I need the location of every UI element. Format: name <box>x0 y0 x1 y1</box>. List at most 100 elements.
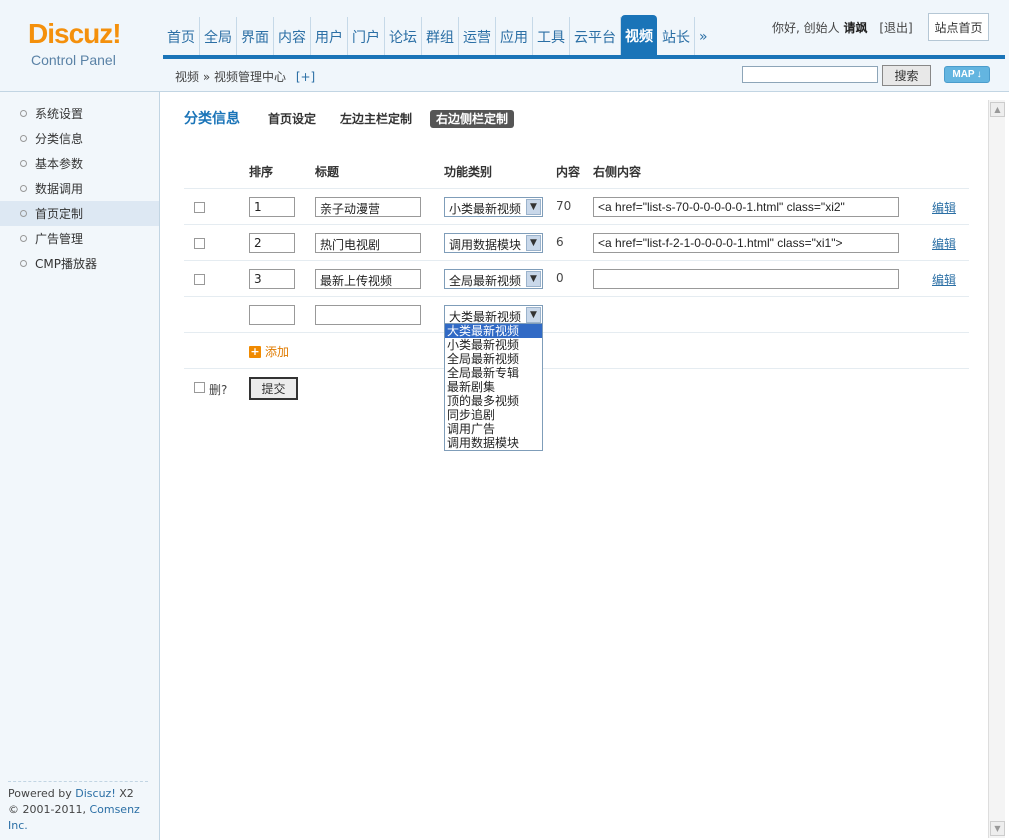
tab[interactable]: 首页设定 <box>262 110 322 128</box>
header-content: 内容 <box>556 165 581 179</box>
tab[interactable]: 左边主栏定制 <box>334 110 418 128</box>
title-input[interactable]: 最新上传视频 <box>315 269 421 289</box>
nav-item[interactable]: 站长 <box>658 17 695 57</box>
nav-item[interactable]: 工具 <box>533 17 570 57</box>
sidebar-item[interactable]: 分类信息 <box>0 126 159 151</box>
nav-strip <box>163 55 1005 59</box>
sidebar-item[interactable]: 基本参数 <box>0 151 159 176</box>
dropdown-option[interactable]: 大类最新视频 <box>445 324 542 338</box>
type-select[interactable]: 调用数据模块 ▼ <box>444 233 543 253</box>
logo-brand: Discuz! <box>28 18 122 49</box>
chevron-down-icon[interactable]: ▼ <box>526 199 541 215</box>
scroll-down-icon[interactable]: ▼ <box>990 821 1005 836</box>
circle-icon <box>20 135 27 142</box>
sidebar-item[interactable]: 首页定制 <box>0 201 159 226</box>
edit-link[interactable]: 编辑 <box>932 199 956 216</box>
submit-row: 删? 提交 <box>184 369 969 409</box>
footer-brand-link[interactable]: Discuz! <box>75 787 115 800</box>
username[interactable]: 请飒 <box>843 21 867 35</box>
dropdown-option[interactable]: 最新剧集 <box>445 380 542 394</box>
content-count: 6 <box>556 235 564 249</box>
nav-item[interactable]: 首页 <box>163 17 200 57</box>
logo[interactable]: Discuz! Control Panel <box>0 0 163 92</box>
arrow-down-icon: ↓ <box>976 69 982 80</box>
new-type-select[interactable]: 大类最新视频 ▼ <box>444 305 543 325</box>
nav-item[interactable]: 视频 <box>621 15 657 57</box>
search-input[interactable] <box>742 66 878 83</box>
chevron-down-icon[interactable]: ▼ <box>526 235 541 251</box>
circle-icon <box>20 260 27 267</box>
nav-item[interactable]: 全局 <box>200 17 237 57</box>
edit-link[interactable]: 编辑 <box>932 271 956 288</box>
nav-item[interactable]: 应用 <box>496 17 533 57</box>
sidebar-item[interactable]: 系统设置 <box>0 101 159 126</box>
circle-icon <box>20 235 27 242</box>
dropdown-option[interactable]: 调用广告 <box>445 422 542 436</box>
circle-icon <box>20 210 27 217</box>
config-table: 排序 标题 功能类别 内容 右侧内容 1 亲子动漫营 小类最新视频 ▼ 70 <a hre… <box>184 153 969 409</box>
breadcrumb: 视频 » 视频管理中心 [+] <box>175 68 315 85</box>
row-checkbox[interactable] <box>194 202 205 213</box>
order-input[interactable]: 3 <box>249 269 295 289</box>
sidebar-item[interactable]: 广告管理 <box>0 226 159 251</box>
dropdown-option[interactable]: 小类最新视频 <box>445 338 542 352</box>
type-select[interactable]: 全局最新视频 ▼ <box>444 269 543 289</box>
nav-item[interactable]: » <box>695 17 712 57</box>
nav-item[interactable]: 运营 <box>459 17 496 57</box>
nav-item[interactable]: 界面 <box>237 17 274 57</box>
dropdown-option[interactable]: 全局最新视频 <box>445 352 542 366</box>
dropdown-option[interactable]: 同步追剧 <box>445 408 542 422</box>
order-input[interactable]: 2 <box>249 233 295 253</box>
site-home-button[interactable]: 站点首页 <box>928 13 989 41</box>
map-button[interactable]: MAP ↓ <box>944 66 990 83</box>
dropdown-option[interactable]: 调用数据模块 <box>445 436 542 450</box>
type-select[interactable]: 小类最新视频 ▼ <box>444 197 543 217</box>
submit-button[interactable]: 提交 <box>249 377 298 400</box>
nav-item[interactable]: 云平台 <box>570 17 621 57</box>
user-info: 你好, 创始人 请飒 [退出] <box>772 19 913 36</box>
row-checkbox[interactable] <box>194 238 205 249</box>
sidebar-item[interactable]: 数据调用 <box>0 176 159 201</box>
title-input[interactable]: 热门电视剧 <box>315 233 421 253</box>
nav-item[interactable]: 门户 <box>348 17 385 57</box>
sidebar-item[interactable]: CMP播放器 <box>0 251 159 276</box>
sidebar: 系统设置 分类信息 基本参数 数据调用首页定制广告管理 CMP播放器 Powered b… <box>0 92 160 840</box>
edit-link[interactable]: 编辑 <box>932 235 956 252</box>
scrollbar[interactable]: ▲ ▼ <box>988 100 1005 838</box>
dropdown-option[interactable]: 全局最新专辑 <box>445 366 542 380</box>
type-value: 调用数据模块 <box>449 238 522 252</box>
chevron-down-icon[interactable]: ▼ <box>526 271 541 287</box>
title-input[interactable]: 亲子动漫营 <box>315 197 421 217</box>
nav-item[interactable]: 论坛 <box>385 17 422 57</box>
tab[interactable]: 右边侧栏定制 <box>430 109 515 128</box>
new-title-input[interactable] <box>315 305 421 325</box>
row-checkbox[interactable] <box>194 274 205 285</box>
main-nav: 首页 全局 界面 内容 用户 门户 论坛 群组 运营 应用 工具 云平台 视频 站长» <box>163 15 712 59</box>
search-button[interactable]: 搜索 <box>882 65 931 86</box>
type-value: 小类最新视频 <box>449 202 522 216</box>
new-order-input[interactable] <box>249 305 295 325</box>
add-label: 添加 <box>265 345 290 359</box>
header-type: 功能类别 <box>444 165 493 179</box>
right-content-input[interactable]: <a href="list-f-2-1-0-0-0-0-1.html" clas… <box>593 233 899 253</box>
scroll-up-icon[interactable]: ▲ <box>990 102 1005 117</box>
dropdown-option[interactable]: 顶的最多视频 <box>445 394 542 408</box>
logout-link[interactable]: [退出] <box>879 21 912 35</box>
nav-item[interactable]: 内容 <box>274 17 311 57</box>
type-dropdown-list[interactable]: 大类最新视频 小类最新视频 全局最新视频 全局最新专辑 最新剧集 顶的最多视频 同步追剧 调用… <box>444 323 543 451</box>
nav-item[interactable]: 用户 <box>311 17 348 57</box>
plus-icon: + <box>249 345 261 358</box>
order-input[interactable]: 1 <box>249 197 295 217</box>
right-content-input[interactable]: <a href="list-s-70-0-0-0-0-0-1.html" cla… <box>593 197 899 217</box>
add-shortcut-link[interactable]: [+] <box>296 70 315 84</box>
delete-all-checkbox[interactable] <box>194 382 205 393</box>
add-button[interactable]: + 添加 <box>249 343 289 360</box>
footer-powered: Powered by <box>8 787 72 800</box>
right-content-input[interactable] <box>593 269 899 289</box>
map-label: MAP <box>952 69 975 80</box>
chevron-down-icon[interactable]: ▼ <box>526 307 541 323</box>
new-row: 大类最新视频 ▼ <box>184 297 969 333</box>
breadcrumb-text: 视频 » 视频管理中心 <box>175 70 286 84</box>
nav-item[interactable]: 群组 <box>422 17 459 57</box>
sidebar-item-label: 首页定制 <box>35 207 84 221</box>
